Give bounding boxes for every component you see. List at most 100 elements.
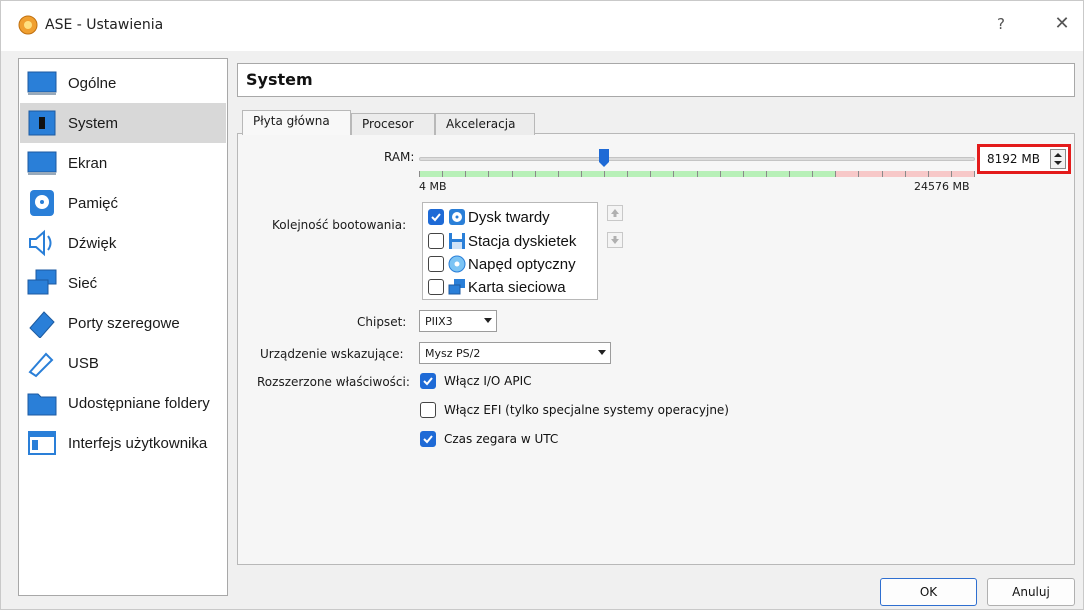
ram-scale-tick (743, 171, 744, 177)
cancel-button[interactable]: Anuluj (987, 578, 1075, 606)
hard-disk-icon (449, 209, 465, 225)
page-title-text: System (246, 70, 313, 89)
monitor-icon (27, 71, 57, 95)
ram-scale-tick (812, 171, 813, 177)
sidebar-item-label: Porty szeregowe (68, 315, 180, 332)
move-up-button[interactable] (607, 205, 623, 221)
boot-optical-checkbox[interactable] (428, 256, 444, 272)
ram-scale-tick (766, 171, 767, 177)
ram-scale-tick (974, 171, 975, 177)
list-item[interactable]: Napęd optyczny (426, 253, 596, 276)
pointing-device-label: Urządzenie wskazujące: (260, 347, 404, 361)
display-icon (27, 151, 57, 175)
ram-scale-tick (905, 171, 906, 177)
sidebar-item-audio[interactable]: Dźwięk (20, 223, 226, 263)
speaker-icon (29, 229, 52, 257)
ram-spinbox-input[interactable] (983, 150, 1047, 168)
ram-min-label: 4 MB (419, 180, 447, 193)
move-down-button[interactable] (607, 232, 623, 248)
chip-icon (28, 110, 56, 136)
ram-scale-tick (512, 171, 513, 177)
storage-icon (30, 190, 54, 216)
floppy-icon (449, 233, 465, 249)
chipset-value: PIIX3 (425, 315, 453, 328)
pointing-device-select[interactable]: Mysz PS/2 (419, 342, 611, 364)
ram-slider-track[interactable] (419, 157, 975, 161)
list-item[interactable]: Stacja dyskietek (426, 230, 596, 253)
boot-floppy-checkbox[interactable] (428, 233, 444, 249)
tab-motherboard[interactable]: Płyta główna (242, 110, 351, 135)
sidebar-item-network[interactable]: Sieć (20, 263, 226, 303)
sidebar-item-label: Pamięć (68, 195, 119, 212)
sidebar-item-label: USB (68, 355, 99, 372)
extended-features-label: Rozszerzone właściwości: (257, 375, 410, 389)
efi-label: Włącz EFI (tylko specjalne systemy opera… (444, 403, 729, 417)
ram-scale-tick (488, 171, 489, 177)
chipset-select[interactable]: PIIX3 (419, 310, 497, 332)
sidebar-item-serial-ports[interactable]: Porty szeregowe (20, 303, 226, 343)
sidebar-item-label: Dźwięk (68, 235, 117, 252)
ram-highlight-box (977, 144, 1071, 174)
usb-icon (28, 352, 54, 378)
ram-scale-tick (419, 171, 420, 177)
ioapic-checkbox[interactable] (420, 373, 436, 389)
ram-scale-tick (627, 171, 628, 177)
ram-scale-tick (465, 171, 466, 177)
tab-bar: Płyta główna Procesor Akceleracja (237, 110, 637, 135)
page-title: System (237, 63, 1075, 97)
serial-port-icon (29, 311, 55, 338)
ram-scale-tick (789, 171, 790, 177)
checkmark-icon (423, 377, 433, 386)
checkmark-icon (423, 435, 433, 444)
sidebar-item-display[interactable]: Ekran (20, 143, 226, 183)
sidebar-item-general[interactable]: Ogólne (20, 63, 226, 103)
sidebar-item-system[interactable]: System (20, 103, 226, 143)
settings-sidebar: Ogólne System Ekran Pamięć Dźwięk Sieć P… (18, 58, 228, 596)
chipset-label: Chipset: (357, 315, 407, 329)
sidebar-item-label: Interfejs użytkownika (68, 435, 208, 452)
ram-scale (419, 171, 975, 177)
list-item[interactable]: Dysk twardy (426, 206, 596, 229)
boot-order-list: Dysk twardy Stacja dyskietek Napęd optyc… (422, 202, 598, 300)
tab-acceleration[interactable]: Akceleracja (435, 113, 535, 135)
chevron-down-icon (484, 318, 492, 323)
sidebar-item-label: Ekran (68, 155, 108, 172)
sidebar-item-storage[interactable]: Pamięć (20, 183, 226, 223)
help-button[interactable]: ? (991, 15, 1011, 35)
network-icon (27, 269, 57, 295)
boot-network-checkbox[interactable] (428, 279, 444, 295)
list-item[interactable]: Karta sieciowa (426, 276, 596, 299)
pointing-device-value: Mysz PS/2 (425, 347, 481, 360)
efi-checkbox[interactable] (420, 402, 436, 418)
ram-max-label: 24576 MB (914, 180, 970, 193)
ram-scale-tick (581, 171, 582, 177)
boot-item-label: Karta sieciowa (468, 279, 566, 296)
boot-hdd-checkbox[interactable] (428, 209, 444, 225)
sidebar-item-label: Sieć (68, 275, 98, 292)
sidebar-item-shared-folders[interactable]: Udostępniane foldery (20, 383, 226, 423)
boot-item-label: Stacja dyskietek (468, 233, 577, 250)
ram-scale-tick (604, 171, 605, 177)
checkmark-icon (431, 213, 441, 222)
folder-icon (27, 393, 57, 416)
ram-scale-tick (951, 171, 952, 177)
sidebar-item-user-interface[interactable]: Interfejs użytkownika (20, 423, 226, 463)
sidebar-item-label: System (68, 115, 119, 132)
ram-scale-tick (697, 171, 698, 177)
ram-scale-tick (558, 171, 559, 177)
sidebar-item-label: Ogólne (68, 75, 117, 92)
boot-item-label: Napęd optyczny (468, 256, 576, 273)
ram-spinbox-stepper[interactable] (1050, 149, 1066, 169)
ram-scale-tick (835, 171, 836, 177)
tab-processor[interactable]: Procesor (351, 113, 435, 135)
sidebar-item-label: Udostępniane foldery (68, 395, 210, 412)
title-bar: ASE - Ustawienia ? ✕ (1, 1, 1083, 51)
ram-label: RAM: (384, 150, 415, 164)
ram-scale-tick (720, 171, 721, 177)
utc-checkbox[interactable] (420, 431, 436, 447)
close-button[interactable]: ✕ (1051, 13, 1073, 35)
ok-button[interactable]: OK (880, 578, 977, 606)
app-icon (18, 15, 38, 35)
ram-slider-handle[interactable] (598, 148, 610, 168)
sidebar-item-usb[interactable]: USB (20, 343, 226, 383)
